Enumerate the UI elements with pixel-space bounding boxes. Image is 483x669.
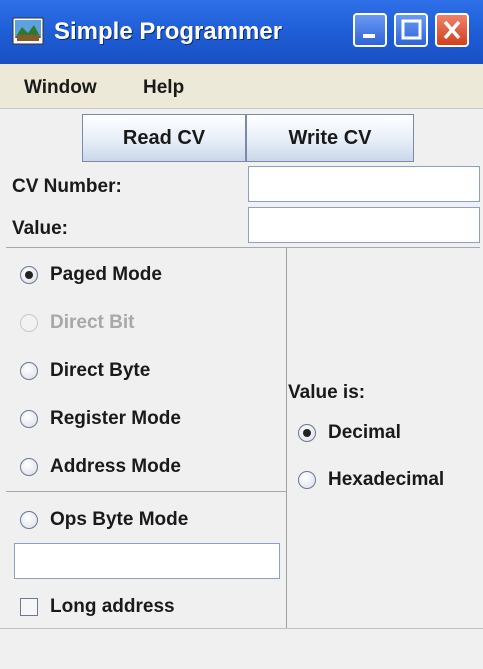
close-button[interactable] bbox=[435, 13, 469, 47]
close-icon bbox=[443, 20, 461, 40]
radio-icon[interactable] bbox=[20, 458, 38, 476]
paged-mode-label: Paged Mode bbox=[50, 264, 162, 285]
menu-bar: Window Help bbox=[0, 64, 483, 109]
divider bbox=[6, 247, 480, 248]
ops-divider bbox=[6, 491, 286, 492]
direct-byte-label: Direct Byte bbox=[50, 360, 151, 381]
menu-help[interactable]: Help bbox=[143, 77, 184, 99]
read-cv-button[interactable]: Read CV bbox=[82, 114, 246, 162]
value-field[interactable] bbox=[248, 207, 480, 243]
register-mode-label: Register Mode bbox=[50, 408, 181, 429]
radio-icon[interactable] bbox=[20, 410, 38, 428]
radio-icon[interactable] bbox=[298, 471, 316, 489]
maximize-button[interactable] bbox=[394, 13, 428, 47]
write-cv-button[interactable]: Write CV bbox=[246, 114, 414, 162]
register-mode-option[interactable]: Register Mode bbox=[20, 404, 181, 434]
long-address-label: Long address bbox=[50, 596, 175, 617]
value-is-label: Value is: bbox=[288, 382, 366, 403]
decimal-option[interactable]: Decimal bbox=[298, 418, 401, 448]
ops-byte-mode-label: Ops Byte Mode bbox=[50, 509, 189, 530]
radio-selected-icon[interactable] bbox=[20, 266, 38, 284]
cv-number-label: CV Number: bbox=[12, 176, 122, 197]
ops-address-field[interactable] bbox=[14, 543, 280, 579]
address-mode-label: Address Mode bbox=[50, 456, 181, 477]
direct-byte-option[interactable]: Direct Byte bbox=[20, 356, 150, 386]
status-bar bbox=[0, 628, 483, 669]
app-icon bbox=[12, 17, 44, 45]
radio-selected-icon[interactable] bbox=[298, 424, 316, 442]
window-title: Simple Programmer bbox=[54, 18, 283, 45]
minimize-button[interactable] bbox=[353, 13, 387, 47]
ops-byte-mode-option[interactable]: Ops Byte Mode bbox=[20, 505, 188, 535]
hexadecimal-label: Hexadecimal bbox=[328, 469, 445, 490]
long-address-option[interactable]: Long address bbox=[20, 592, 175, 622]
hexadecimal-option[interactable]: Hexadecimal bbox=[298, 465, 444, 495]
radio-icon[interactable] bbox=[20, 511, 38, 529]
minimize-icon bbox=[363, 34, 375, 38]
title-bar[interactable]: Simple Programmer bbox=[0, 0, 483, 64]
value-label: Value: bbox=[12, 218, 68, 239]
radio-disabled-icon bbox=[20, 314, 38, 332]
paged-mode-option[interactable]: Paged Mode bbox=[20, 260, 162, 290]
direct-bit-option: Direct Bit bbox=[20, 308, 134, 338]
menu-window[interactable]: Window bbox=[24, 77, 97, 99]
maximize-icon bbox=[401, 19, 422, 40]
direct-bit-label: Direct Bit bbox=[50, 312, 135, 333]
address-mode-option[interactable]: Address Mode bbox=[20, 452, 181, 482]
decimal-label: Decimal bbox=[328, 422, 401, 443]
radio-icon[interactable] bbox=[20, 362, 38, 380]
checkbox-icon[interactable] bbox=[20, 598, 38, 616]
cv-number-field[interactable] bbox=[248, 166, 480, 202]
